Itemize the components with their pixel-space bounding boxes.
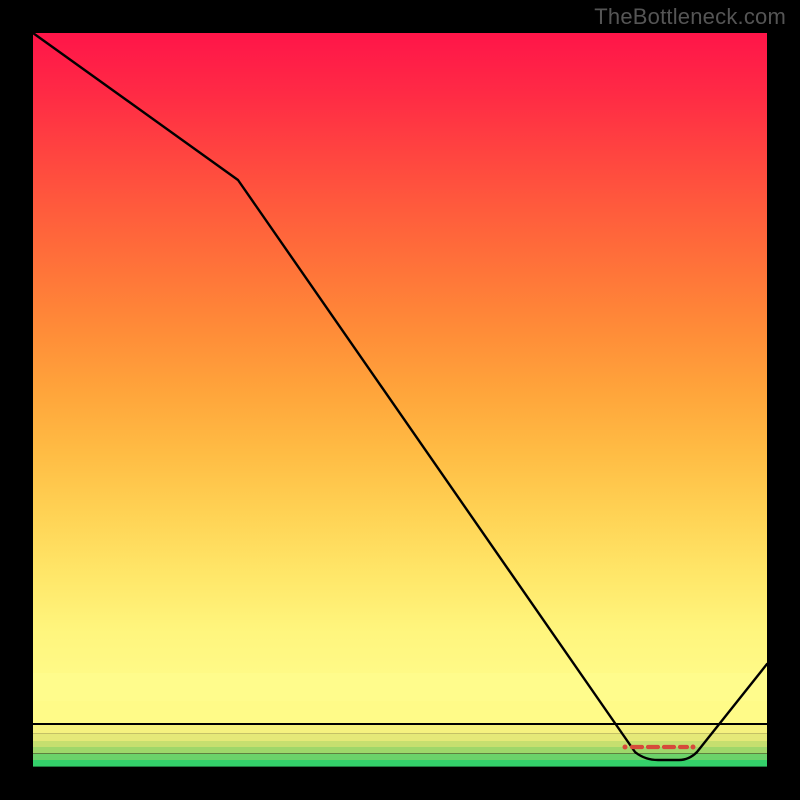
chart-frame: TheBottleneck.com — [0, 0, 800, 800]
marker-band — [623, 745, 696, 750]
chart-svg — [33, 33, 767, 767]
plot-area — [33, 33, 767, 767]
watermark-text: TheBottleneck.com — [594, 4, 786, 30]
series-curve — [33, 33, 767, 760]
